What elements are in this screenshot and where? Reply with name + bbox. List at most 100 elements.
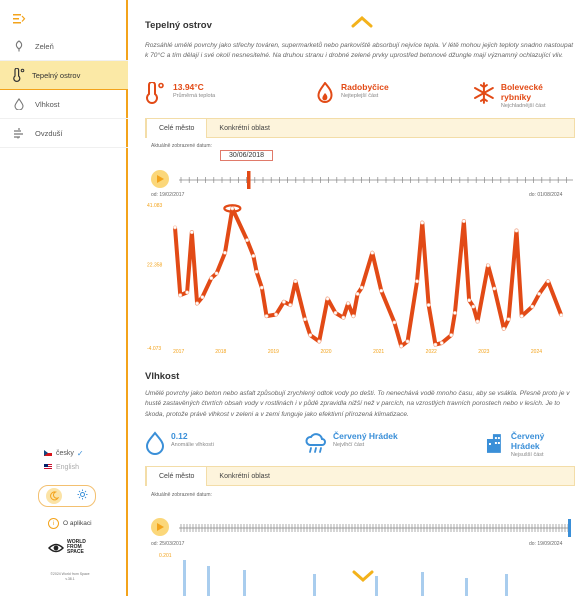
data-point bbox=[308, 333, 313, 338]
data-point bbox=[189, 230, 194, 235]
play-button[interactable] bbox=[151, 518, 169, 536]
stat-label: Nejvlhčí část bbox=[333, 442, 365, 448]
stat-value: 0.12 bbox=[171, 431, 188, 441]
stat-value: Červený Hrádek bbox=[510, 431, 545, 451]
menu-toggle-icon[interactable] bbox=[12, 12, 26, 26]
main-content: Tepelný ostrov Rozsáhlé umělé povrchy ja… bbox=[145, 0, 575, 596]
info-icon: i bbox=[48, 518, 59, 529]
stat-label: Průměrná teplota bbox=[173, 93, 216, 99]
data-point bbox=[351, 314, 356, 319]
sun-icon[interactable] bbox=[77, 487, 88, 505]
sidebar-item-tepelny-ostrov[interactable]: Tepelný ostrov bbox=[0, 61, 128, 90]
moon-icon[interactable] bbox=[46, 488, 63, 504]
language-label: English bbox=[56, 463, 79, 471]
tab-cele-mesto[interactable]: Celé město bbox=[146, 119, 208, 138]
sidebar-item-zelen[interactable]: Zeleň bbox=[0, 32, 128, 61]
data-point bbox=[439, 341, 444, 345]
heat-section-title: Tepelný ostrov bbox=[145, 20, 212, 31]
heat-timeline-slider[interactable] bbox=[177, 170, 575, 190]
sidebar-nav: Zeleň Tepelný ostrov Vlhkost Ovzduší bbox=[0, 32, 128, 148]
humidity-timeline-slider[interactable] bbox=[177, 518, 575, 538]
data-point bbox=[453, 311, 457, 315]
data-point bbox=[537, 292, 542, 296]
x-tick-label: 2024 bbox=[531, 349, 542, 355]
heat-line-chart: 41.083 22.358 -4.073 2017 2018 2019 2020 2021 20… bbox=[147, 203, 564, 355]
heat-tabs: Celé město Konkrétní oblast bbox=[145, 118, 575, 138]
data-point bbox=[461, 219, 466, 223]
data-point bbox=[359, 285, 364, 290]
data-point bbox=[346, 301, 351, 306]
range-start-label: od: 25/03/2017 bbox=[151, 541, 185, 547]
world-from-space-logo[interactable]: WORLD FROM SPACE bbox=[48, 540, 86, 555]
y-tick-label: -4.073 bbox=[147, 346, 161, 352]
stat-value: 13.94°C bbox=[173, 82, 204, 92]
data-point bbox=[514, 228, 519, 233]
data-point bbox=[317, 339, 322, 344]
data-point bbox=[449, 333, 454, 338]
sidebar-item-ovzdusi[interactable]: Ovzduší bbox=[0, 119, 128, 148]
data-point bbox=[546, 279, 550, 284]
data-point bbox=[185, 290, 190, 295]
data-point bbox=[274, 312, 278, 317]
data-point bbox=[433, 342, 438, 347]
chevron-down-icon[interactable] bbox=[351, 568, 375, 584]
data-point bbox=[392, 320, 397, 325]
data-point bbox=[195, 301, 199, 306]
data-point bbox=[486, 263, 490, 268]
stat-coldest-area: Bolevecké rybníky Nejchladnější část bbox=[473, 82, 575, 110]
range-end-label: do: 01/08/2024 bbox=[529, 192, 563, 198]
drop-icon bbox=[145, 431, 165, 455]
data-point bbox=[200, 295, 205, 300]
humidity-description: Umělé povrchy jako beton nebo asfalt způ… bbox=[145, 390, 570, 418]
logo-line: SPACE bbox=[67, 549, 84, 555]
uk-flag-icon bbox=[44, 464, 52, 470]
data-point bbox=[501, 326, 506, 331]
x-tick-label: 2022 bbox=[426, 349, 437, 355]
copyright: ©2024 World from Space v.38.1 bbox=[40, 572, 100, 582]
about-link[interactable]: i O aplikaci bbox=[48, 518, 92, 529]
range-start-label: od: 19/02/2017 bbox=[151, 192, 185, 198]
data-point bbox=[303, 317, 307, 322]
tab-konkretni-oblast[interactable]: Konkrétní oblast bbox=[207, 467, 282, 486]
building-icon bbox=[486, 434, 501, 453]
data-point bbox=[379, 288, 384, 293]
tab-konkretni-oblast[interactable]: Konkrétní oblast bbox=[207, 119, 282, 138]
x-tick-label: 2020 bbox=[320, 349, 331, 355]
slider-handle[interactable] bbox=[247, 171, 251, 189]
data-point bbox=[405, 339, 410, 344]
eye-logo-icon bbox=[48, 543, 64, 552]
stat-value: Radobyčice bbox=[341, 82, 389, 92]
stat-hottest-area: Radobyčice Nejteplejší část bbox=[315, 82, 389, 104]
y-tick-label: 41.083 bbox=[147, 203, 163, 209]
humidity-section-title: Vlhkost bbox=[145, 371, 180, 382]
data-point bbox=[559, 313, 564, 318]
snowflake-icon bbox=[473, 82, 494, 104]
x-tick-label: 2018 bbox=[215, 349, 226, 355]
data-point bbox=[471, 304, 476, 309]
play-button[interactable] bbox=[151, 170, 169, 188]
data-point bbox=[214, 271, 219, 276]
flame-icon bbox=[317, 82, 333, 103]
sidebar-item-label: Vlhkost bbox=[35, 99, 60, 109]
language-option-english[interactable]: English bbox=[44, 460, 84, 474]
data-point bbox=[467, 298, 472, 303]
data-point bbox=[251, 254, 256, 258]
date-caption: Aktuálně zobrazené datum: bbox=[151, 143, 212, 149]
tab-cele-mesto[interactable]: Celé město bbox=[146, 467, 208, 486]
stat-label: Nejteplejší část bbox=[341, 93, 379, 99]
data-point bbox=[282, 299, 286, 304]
language-label: česky bbox=[56, 449, 74, 457]
language-option-cesky[interactable]: česky ✓ bbox=[44, 446, 84, 460]
sidebar-item-label: Tepelný ostrov bbox=[32, 70, 81, 80]
data-point bbox=[223, 250, 227, 255]
slider-handle[interactable] bbox=[568, 519, 571, 537]
series-line bbox=[173, 206, 564, 349]
stat-label: Anomálie vlhkosti bbox=[171, 442, 214, 448]
drop-icon bbox=[12, 97, 26, 111]
x-tick-label: 2019 bbox=[268, 349, 279, 355]
x-tick-label: 2023 bbox=[478, 349, 489, 355]
theme-toggle[interactable] bbox=[38, 485, 96, 507]
sidebar-item-vlhkost[interactable]: Vlhkost bbox=[0, 90, 128, 119]
data-point bbox=[370, 250, 375, 255]
chevron-up-icon[interactable] bbox=[350, 14, 374, 30]
